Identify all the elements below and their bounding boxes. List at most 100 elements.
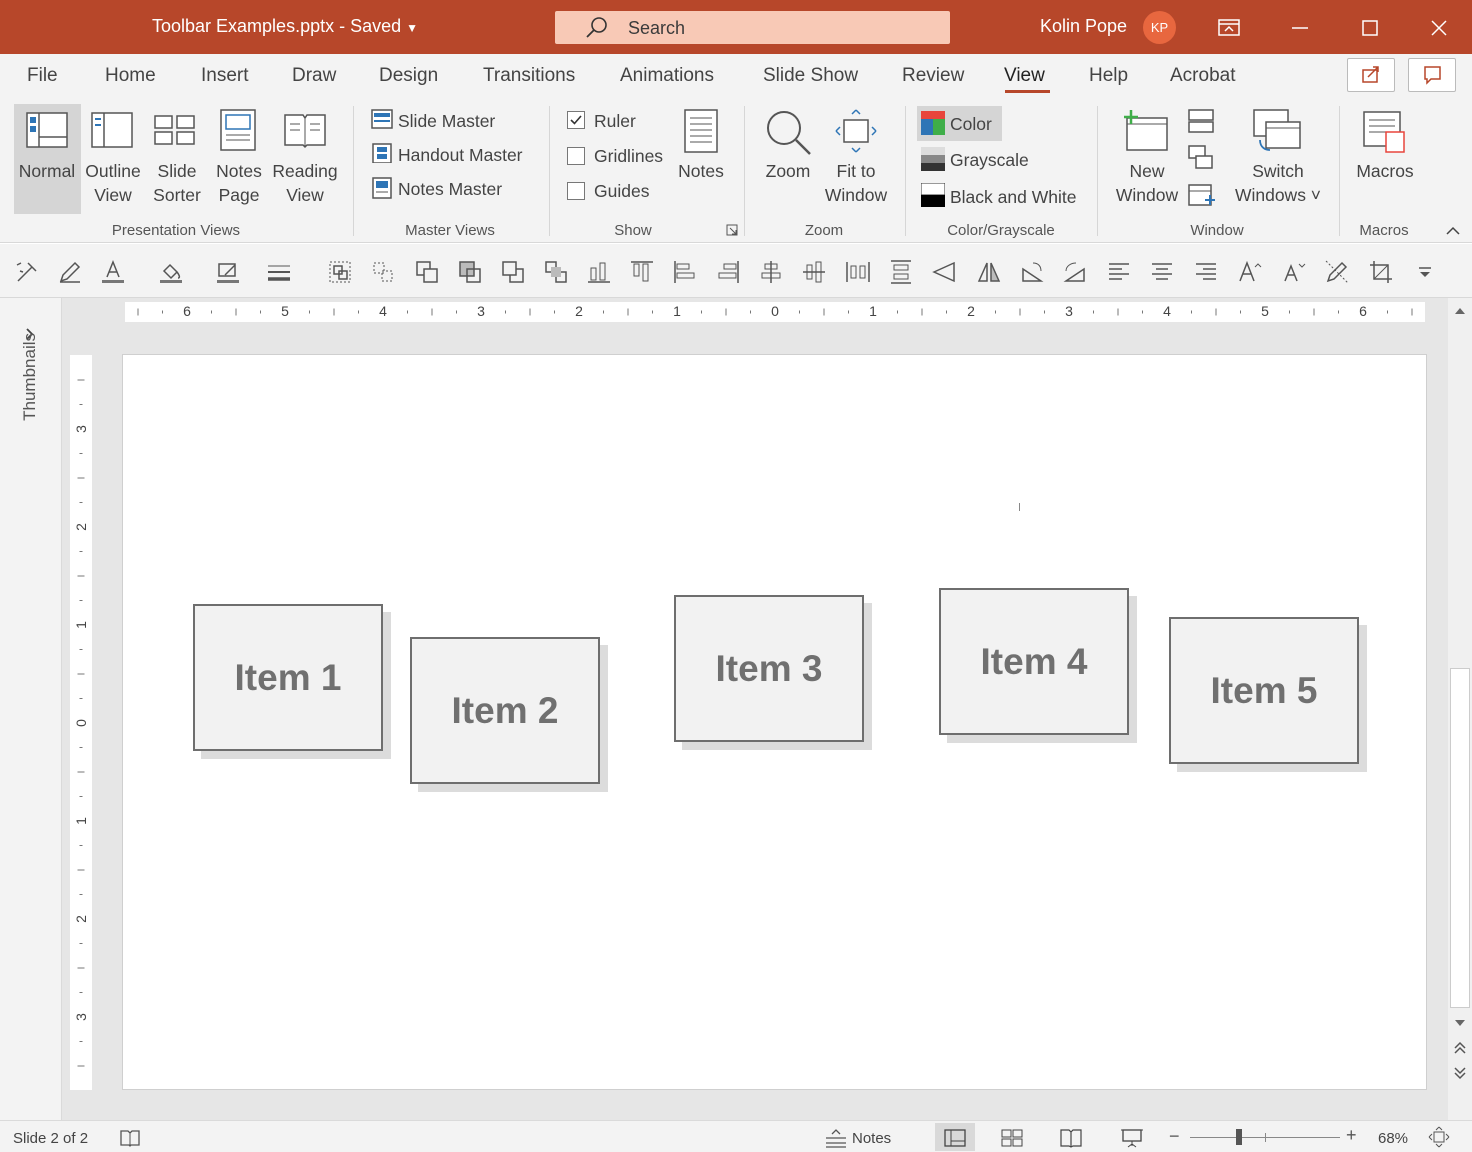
- switch-windows-button[interactable]: Switch Windows ˅: [1226, 159, 1330, 207]
- notes-master-button[interactable]: Notes Master: [398, 178, 502, 200]
- reading-view-button[interactable]: Reading View: [272, 159, 338, 207]
- slide-sorter-button[interactable]: Slide Sorter: [146, 159, 208, 207]
- vertical-scrollbar[interactable]: [1448, 298, 1472, 1120]
- avatar[interactable]: KP: [1143, 11, 1176, 44]
- send-to-back-icon[interactable]: [543, 259, 569, 285]
- outline-view-button[interactable]: Outline View: [82, 159, 144, 207]
- guides-checkbox[interactable]: [567, 182, 585, 200]
- tab-insert[interactable]: Insert: [201, 65, 249, 87]
- bring-forward-icon[interactable]: [414, 259, 440, 285]
- arrange-all-icon[interactable]: [1188, 109, 1214, 133]
- zoom-button[interactable]: Zoom: [758, 159, 818, 183]
- send-backward-icon[interactable]: [500, 259, 526, 285]
- accessibility-check-icon[interactable]: [119, 1128, 141, 1148]
- cascade-icon[interactable]: [1188, 145, 1214, 171]
- user-name[interactable]: Kolin Pope: [1040, 16, 1127, 37]
- notes-icon[interactable]: [824, 1128, 848, 1148]
- rotate-right-icon[interactable]: [1062, 259, 1088, 285]
- align-bottom-icon[interactable]: [586, 259, 612, 285]
- zoom-slider-thumb[interactable]: [1236, 1129, 1242, 1145]
- item-box[interactable]: Item 2: [410, 637, 600, 784]
- ruler-checkbox[interactable]: [567, 111, 585, 129]
- distribute-vertically-icon[interactable]: [888, 259, 914, 285]
- thumbnails-label[interactable]: Thumbnails: [20, 333, 40, 453]
- slide-counter[interactable]: Slide 2 of 2: [13, 1130, 88, 1147]
- minimize-icon[interactable]: [1285, 13, 1315, 43]
- rotate-icon[interactable]: [1019, 259, 1045, 285]
- item-box[interactable]: Item 5: [1169, 617, 1359, 764]
- edit-shape-icon[interactable]: [1324, 259, 1350, 285]
- document-title[interactable]: Toolbar Examples.pptx - Saved ▼: [152, 16, 418, 37]
- maximize-icon[interactable]: [1355, 13, 1385, 43]
- pen-icon[interactable]: [57, 259, 83, 285]
- scroll-up-icon[interactable]: [1454, 306, 1466, 316]
- share-button[interactable]: [1347, 58, 1395, 92]
- crop-icon[interactable]: [1368, 259, 1394, 285]
- text-align-right-icon[interactable]: [1193, 259, 1219, 285]
- distribute-horizontally-icon[interactable]: [845, 259, 871, 285]
- tab-animations[interactable]: Animations: [620, 65, 714, 87]
- format-painter-icon[interactable]: [14, 259, 40, 285]
- slide-show-icon[interactable]: [1120, 1127, 1144, 1149]
- shape-fill-icon[interactable]: [158, 259, 184, 285]
- font-color-icon[interactable]: [100, 259, 126, 285]
- tab-help[interactable]: Help: [1089, 65, 1128, 87]
- zoom-in-button[interactable]: +: [1346, 1125, 1357, 1146]
- next-slide-icon[interactable]: [1453, 1066, 1467, 1080]
- dialog-launcher-icon[interactable]: [726, 224, 738, 236]
- notes-page-button[interactable]: Notes Page: [208, 159, 270, 207]
- slide-master-button[interactable]: Slide Master: [398, 110, 495, 132]
- tab-home[interactable]: Home: [105, 65, 156, 87]
- align-left-icon[interactable]: [672, 259, 698, 285]
- align-center-icon[interactable]: [758, 259, 784, 285]
- shape-outline-icon[interactable]: [215, 259, 241, 285]
- previous-slide-icon[interactable]: [1453, 1041, 1467, 1055]
- tab-view[interactable]: View: [1004, 65, 1045, 87]
- thumbnails-pane[interactable]: Thumbnails: [0, 298, 62, 1120]
- align-top-icon[interactable]: [629, 259, 655, 285]
- grayscale-button[interactable]: Grayscale: [950, 149, 1029, 171]
- comments-button[interactable]: [1408, 58, 1456, 92]
- black-and-white-button[interactable]: Black and White: [950, 186, 1076, 208]
- line-weight-icon[interactable]: [266, 259, 292, 285]
- text-align-left-icon[interactable]: [1106, 259, 1132, 285]
- chevron-down-icon[interactable]: ▼: [406, 21, 418, 35]
- flip-horizontal-icon[interactable]: [976, 259, 1002, 285]
- search-box[interactable]: Search: [555, 11, 950, 44]
- tab-slide-show[interactable]: Slide Show: [763, 65, 858, 87]
- tab-acrobat[interactable]: Acrobat: [1170, 65, 1235, 87]
- fit-to-window-button[interactable]: Fit to Window: [818, 159, 894, 207]
- decrease-font-size-icon[interactable]: [1281, 259, 1307, 285]
- bring-to-front-icon[interactable]: [457, 259, 483, 285]
- align-right-icon[interactable]: [715, 259, 741, 285]
- ribbon-display-options-icon[interactable]: [1214, 13, 1244, 43]
- text-align-center-icon[interactable]: [1149, 259, 1175, 285]
- tab-review[interactable]: Review: [902, 65, 964, 87]
- macros-button[interactable]: Macros: [1350, 159, 1420, 183]
- increase-font-size-icon[interactable]: [1237, 259, 1263, 285]
- slide-canvas[interactable]: Item 1 Item 2 Item 3 Item 4 Item 5: [122, 354, 1427, 1090]
- close-icon[interactable]: [1424, 13, 1454, 43]
- item-box[interactable]: Item 3: [674, 595, 864, 742]
- tab-draw[interactable]: Draw: [292, 65, 336, 87]
- customize-toolbar-icon[interactable]: [1412, 259, 1438, 285]
- tab-transitions[interactable]: Transitions: [483, 65, 575, 87]
- fit-slide-icon[interactable]: [1428, 1126, 1450, 1148]
- scroll-down-icon[interactable]: [1454, 1018, 1466, 1028]
- group-objects-icon[interactable]: [327, 259, 353, 285]
- notes-button[interactable]: Notes: [672, 159, 730, 183]
- move-split-icon[interactable]: [1188, 184, 1216, 208]
- item-box[interactable]: Item 4: [939, 588, 1129, 735]
- notes-toggle[interactable]: Notes: [852, 1130, 891, 1147]
- reading-view-icon[interactable]: [1059, 1127, 1083, 1149]
- rotate-left-icon[interactable]: [932, 259, 958, 285]
- handout-master-button[interactable]: Handout Master: [398, 144, 523, 166]
- new-window-button[interactable]: New Window: [1109, 159, 1185, 207]
- scrollbar-thumb[interactable]: [1450, 668, 1470, 1008]
- tab-design[interactable]: Design: [379, 65, 438, 87]
- item-box[interactable]: Item 1: [193, 604, 383, 751]
- slide-sorter-icon[interactable]: [1000, 1127, 1024, 1149]
- tab-file[interactable]: File: [27, 65, 58, 87]
- gridlines-checkbox[interactable]: [567, 147, 585, 165]
- ungroup-icon[interactable]: [370, 259, 396, 285]
